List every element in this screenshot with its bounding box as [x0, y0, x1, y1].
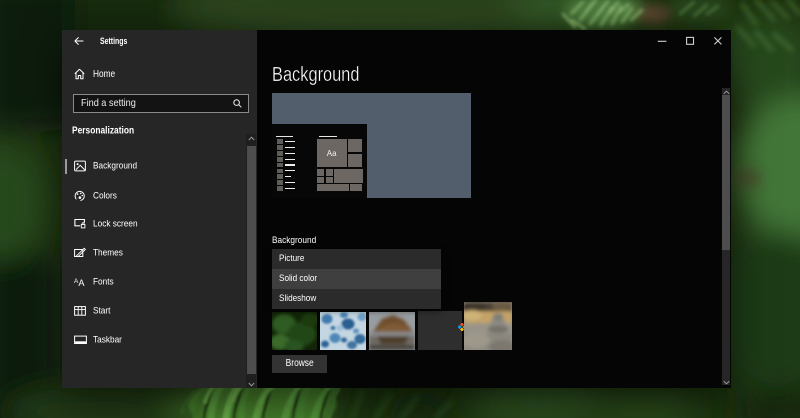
- svg-text:A: A: [78, 278, 85, 287]
- svg-text:Aa: Aa: [327, 149, 337, 158]
